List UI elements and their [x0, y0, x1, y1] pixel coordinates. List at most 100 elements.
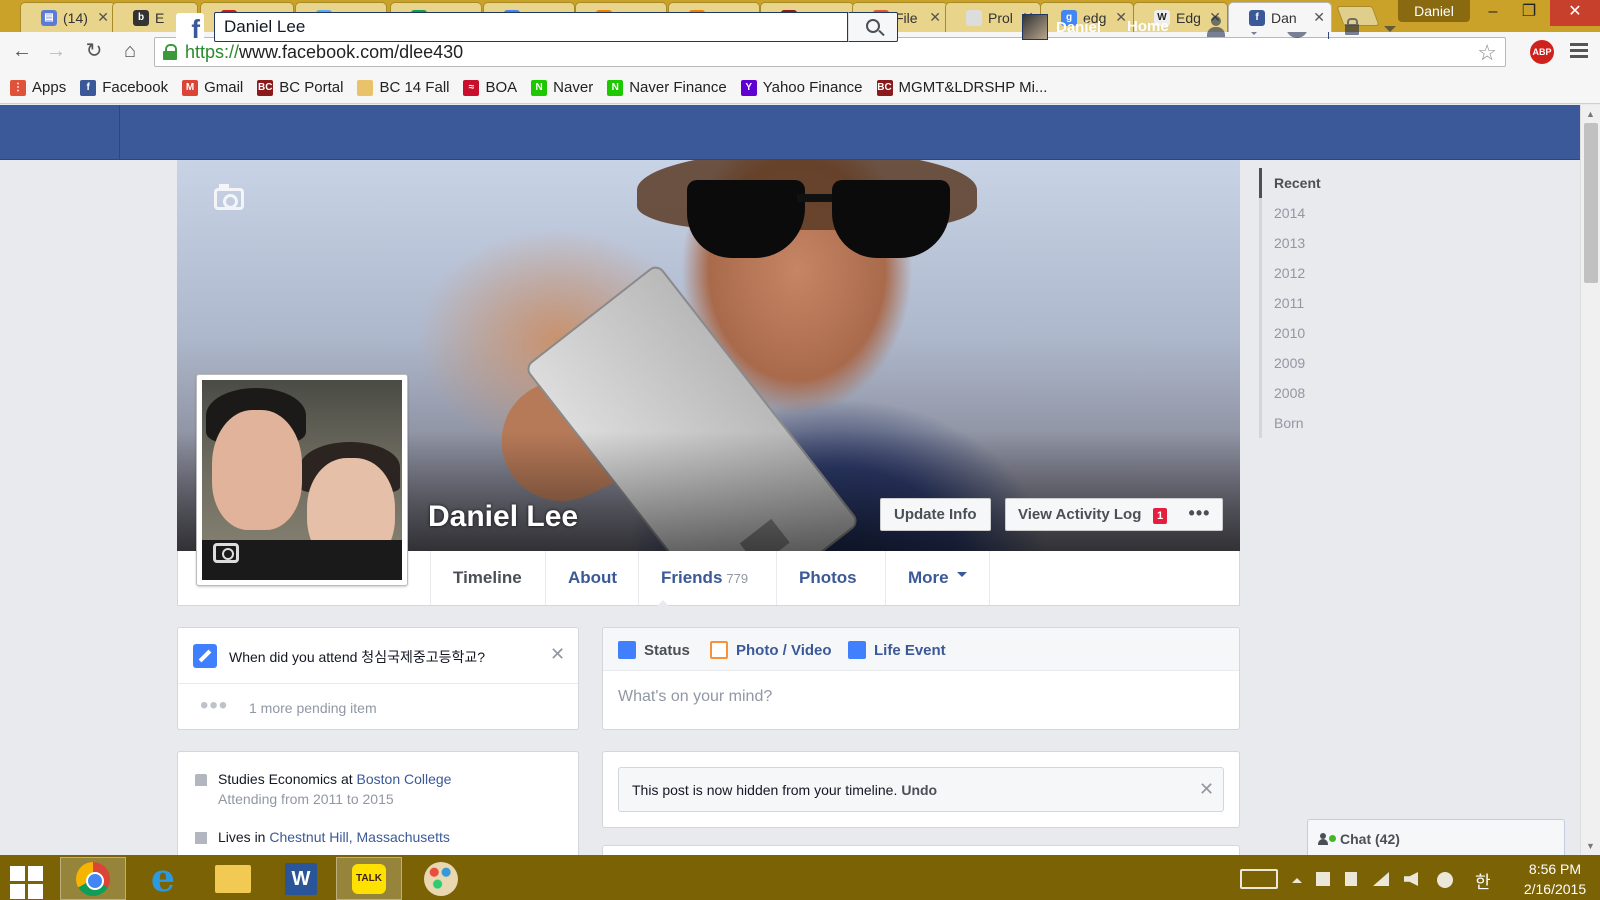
change-cover-camera-icon[interactable]: [214, 184, 244, 210]
tab-more[interactable]: More: [885, 551, 990, 605]
city-link[interactable]: Chestnut Hill, Massachusetts: [269, 829, 450, 845]
photo-icon: [710, 641, 728, 659]
bookmark-icon: ⋮: [10, 79, 26, 96]
chrome-menu-icon[interactable]: [1568, 40, 1590, 62]
tab-title: Dan: [1271, 9, 1297, 26]
tab-close-icon[interactable]: ✕: [929, 9, 941, 26]
close-icon[interactable]: ✕: [550, 644, 565, 665]
tab-close-icon[interactable]: ✕: [1115, 9, 1127, 26]
bookmark-item[interactable]: ⋮ Apps: [10, 79, 66, 96]
status-input[interactable]: What's on your mind?: [618, 688, 772, 706]
taskbar-paint[interactable]: [408, 857, 474, 900]
timeline-year-link[interactable]: 2008: [1262, 378, 1359, 408]
tab-about[interactable]: About: [545, 551, 639, 605]
url-scheme: https://: [185, 41, 240, 62]
pending-items-link[interactable]: 1 more pending item: [249, 700, 377, 716]
bookmark-item[interactable]: BC BC Portal: [257, 79, 343, 96]
tab-timeline[interactable]: Timeline: [430, 551, 544, 605]
bookmark-item[interactable]: N Naver Finance: [607, 79, 727, 96]
blocked-icon[interactable]: [1437, 872, 1453, 888]
scroll-down-icon[interactable]: ▼: [1586, 841, 1595, 851]
bookmark-star-icon[interactable]: ☆: [1477, 40, 1497, 66]
action-center-flag-icon[interactable]: [1316, 872, 1330, 886]
timeline-year-link[interactable]: 2010: [1262, 318, 1359, 348]
taskbar-file-explorer[interactable]: [200, 857, 266, 900]
search-button[interactable]: [848, 12, 898, 42]
attend-question[interactable]: When did you attend 청심국제중고등학교?: [229, 647, 485, 667]
tab-photos[interactable]: Photos: [776, 551, 879, 605]
more-options-button[interactable]: •••: [1177, 498, 1223, 531]
window-close-button[interactable]: ✕: [1550, 0, 1600, 26]
bookmark-item[interactable]: BC MGMT&LDRSHP Mi...: [876, 79, 1047, 96]
taskbar-chrome[interactable]: [60, 857, 126, 900]
timeline-year-link[interactable]: 2014: [1262, 198, 1359, 228]
change-profile-camera-icon[interactable]: [213, 543, 239, 563]
show-hidden-icons-icon[interactable]: [1292, 873, 1302, 883]
facebook-search-input[interactable]: [214, 12, 848, 42]
word-icon: W: [285, 862, 317, 895]
forward-icon[interactable]: →: [44, 40, 68, 64]
bookmark-item[interactable]: ≈ BOA: [463, 79, 517, 96]
touch-keyboard-icon[interactable]: [1240, 869, 1278, 889]
account-menu-caret-icon[interactable]: [1384, 26, 1396, 38]
tab-status[interactable]: Status: [618, 641, 690, 659]
battery-icon[interactable]: [1345, 872, 1357, 886]
close-icon[interactable]: ✕: [1199, 779, 1214, 800]
page-scrollbar[interactable]: ▲ ▼: [1580, 105, 1600, 855]
composer-tabs: Status Photo / Video Life Event: [603, 628, 1239, 671]
timeline-year-link[interactable]: 2012: [1262, 258, 1359, 288]
tab-life-event[interactable]: Life Event: [848, 641, 946, 659]
person-icon: [1318, 833, 1328, 845]
ime-indicator[interactable]: 한: [1475, 868, 1491, 893]
minimize-button[interactable]: –: [1476, 0, 1510, 26]
browser-tab[interactable]: f Dan ✕: [1228, 2, 1332, 32]
adblock-extension-icon[interactable]: ABP: [1530, 40, 1554, 64]
profile-name[interactable]: Daniel Lee: [428, 500, 578, 534]
privacy-shortcuts-icon[interactable]: [1343, 16, 1363, 38]
bookmark-item[interactable]: Y Yahoo Finance: [740, 79, 863, 96]
clock-time[interactable]: 8:56 PM: [1520, 861, 1590, 877]
windows-start-icon[interactable]: [10, 866, 44, 900]
bookmark-icon: f: [80, 79, 97, 96]
back-icon[interactable]: ←: [10, 40, 34, 64]
status-composer: Status Photo / Video Life Event What's o…: [602, 627, 1240, 730]
chat-sidebar-tab[interactable]: Chat (42): [1307, 819, 1565, 855]
school-link[interactable]: Boston College: [357, 771, 452, 787]
reload-icon[interactable]: ↻: [82, 40, 106, 64]
tab-close-icon[interactable]: ✕: [97, 9, 109, 26]
scrollbar-thumb[interactable]: [1584, 123, 1598, 283]
bookmark-icon: M: [182, 79, 199, 96]
restore-button[interactable]: ❐: [1512, 0, 1546, 26]
bookmark-item[interactable]: BC 14 Fall: [357, 79, 449, 96]
search-icon: [866, 19, 880, 33]
profile-link[interactable]: Daniel: [1022, 14, 1101, 40]
bookmark-icon: N: [531, 79, 548, 96]
home-link[interactable]: Home: [1127, 18, 1169, 35]
browser-profile-button[interactable]: Daniel: [1398, 0, 1470, 22]
bookmark-item[interactable]: N Naver: [531, 79, 593, 96]
profile-picture[interactable]: [196, 374, 408, 586]
timeline-year-link[interactable]: Recent: [1259, 168, 1359, 198]
facebook-logo-icon[interactable]: f: [176, 13, 204, 41]
timeline-year-link[interactable]: 2009: [1262, 348, 1359, 378]
view-activity-log-button[interactable]: View Activity Log 1: [1005, 498, 1178, 531]
network-signal-icon[interactable]: [1373, 872, 1389, 886]
volume-icon[interactable]: [1404, 872, 1418, 886]
scroll-up-icon[interactable]: ▲: [1586, 109, 1595, 119]
bookmark-item[interactable]: M Gmail: [182, 79, 243, 96]
timeline-year-link[interactable]: Born: [1262, 408, 1359, 438]
tab-favicon-icon: f: [1249, 9, 1265, 26]
undo-link[interactable]: Undo: [901, 782, 937, 798]
taskbar-word[interactable]: W: [268, 857, 334, 900]
tab-close-icon[interactable]: ✕: [1313, 9, 1325, 26]
taskbar-internet-explorer[interactable]: e: [130, 857, 196, 900]
home-icon[interactable]: ⌂: [118, 40, 142, 64]
browser-tab[interactable]: ▤ (14) ✕: [20, 2, 116, 32]
bookmark-item[interactable]: f Facebook: [80, 79, 168, 96]
timeline-year-link[interactable]: 2011: [1262, 288, 1359, 318]
update-info-button[interactable]: Update Info: [880, 498, 991, 531]
tab-photo-video[interactable]: Photo / Video: [710, 641, 832, 659]
clock-date[interactable]: 2/16/2015: [1515, 881, 1595, 897]
taskbar-kakaotalk[interactable]: TALK: [336, 857, 402, 900]
timeline-year-link[interactable]: 2013: [1262, 228, 1359, 258]
